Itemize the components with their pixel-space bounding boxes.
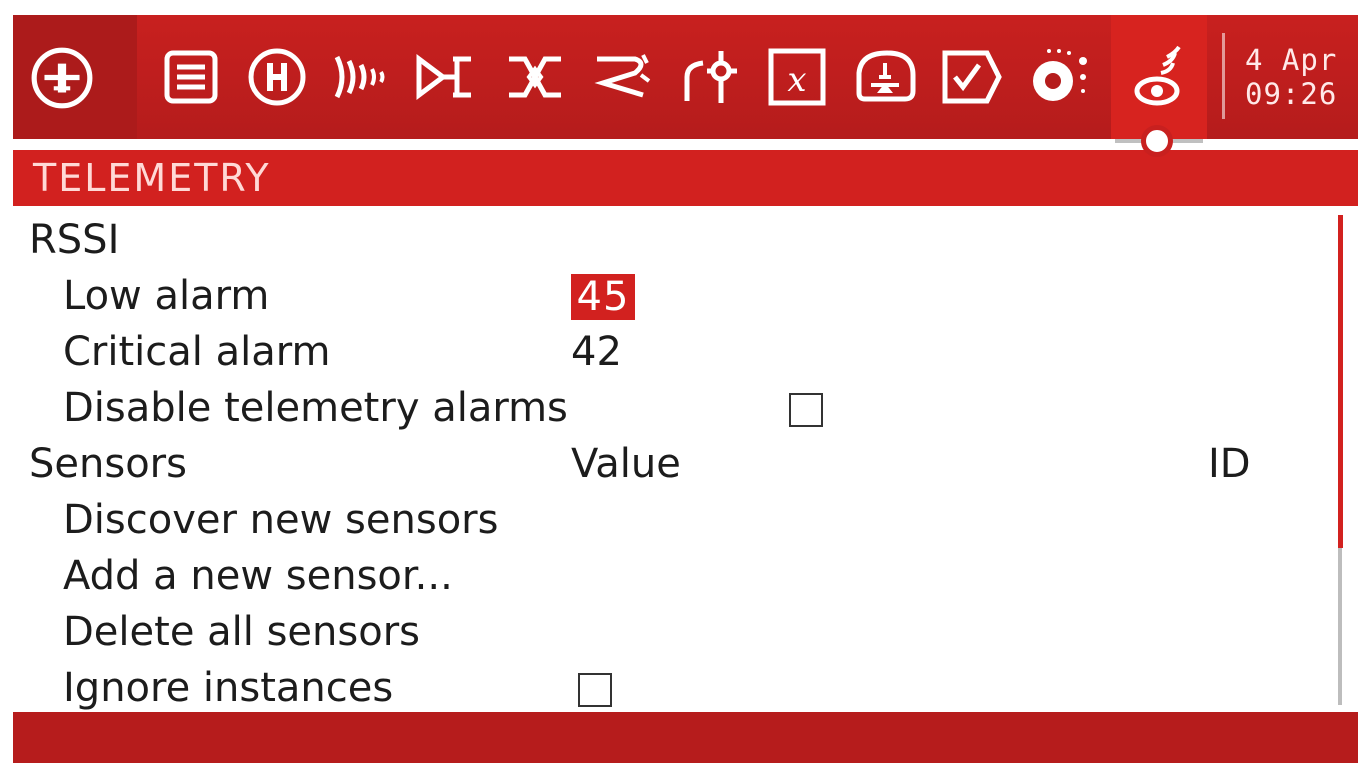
date-text: 4 Apr — [1245, 43, 1338, 77]
model-select-tab[interactable] — [13, 15, 137, 139]
low-alarm-label: Low alarm — [63, 273, 270, 319]
telemetry-icon — [1127, 45, 1191, 109]
curve-icon[interactable] — [591, 45, 655, 109]
top-menu-bar: x 4 Apr 09:26 — [13, 15, 1358, 139]
time-text: 09:26 — [1245, 77, 1338, 111]
date-time: 4 Apr 09:26 — [1245, 43, 1355, 111]
critical-alarm-row[interactable]: Critical alarm 42 — [13, 324, 1323, 380]
logic-switch-icon[interactable] — [679, 45, 743, 109]
signal-icon[interactable] — [329, 45, 393, 109]
display-icon[interactable] — [1027, 45, 1091, 109]
list-icon[interactable] — [159, 45, 223, 109]
discover-sensors-row[interactable]: Discover new sensors — [13, 492, 1323, 548]
mixer-icon[interactable] — [503, 45, 567, 109]
scrollbar-thumb[interactable] — [1338, 215, 1343, 548]
critical-alarm-label: Critical alarm — [63, 329, 331, 375]
sensors-section-label: Sensors — [29, 441, 187, 487]
disable-alarms-label: Disable telemetry alarms — [63, 385, 568, 431]
low-alarm-value-field[interactable]: 45 — [571, 274, 635, 320]
disable-alarms-checkbox[interactable] — [789, 393, 823, 427]
value-column-header: Value — [571, 441, 681, 487]
flight-mode-icon[interactable] — [413, 45, 477, 109]
rssi-section-label: RSSI — [29, 217, 120, 263]
ignore-instances-row[interactable]: Ignore instances — [13, 660, 1323, 716]
critical-alarm-value-field[interactable]: 42 — [571, 324, 622, 380]
ignore-instances-label: Ignore instances — [63, 665, 394, 711]
header-divider — [1222, 33, 1225, 119]
radio-screen: x 4 Apr 09:26 TELEMETRY RSSI Low alarm 4… — [0, 0, 1358, 763]
disable-alarms-row[interactable]: Disable telemetry alarms — [13, 380, 1323, 436]
active-tab-indicator — [1141, 125, 1173, 157]
add-sensor-row[interactable]: Add a new sensor... — [13, 548, 1323, 604]
svg-text:x: x — [787, 60, 806, 100]
low-alarm-row[interactable]: Low alarm 45 — [13, 268, 1323, 324]
sensors-header-row: Sensors Value ID — [13, 436, 1323, 492]
tab-telemetry[interactable] — [1111, 15, 1207, 139]
rssi-section-row: RSSI — [13, 212, 1323, 268]
heli-icon[interactable] — [245, 45, 309, 109]
add-sensor-button[interactable]: Add a new sensor... — [63, 548, 453, 604]
id-column-header: ID — [1208, 441, 1251, 487]
page-title: TELEMETRY — [33, 156, 271, 200]
plane-icon — [29, 45, 95, 111]
throttle-icon[interactable] — [853, 45, 917, 109]
ignore-instances-checkbox[interactable] — [578, 673, 612, 707]
discover-sensors-button[interactable]: Discover new sensors — [63, 492, 498, 548]
special-function-icon[interactable]: x — [765, 45, 829, 109]
checklist-icon[interactable] — [939, 45, 1003, 109]
footer-bar — [13, 712, 1358, 763]
delete-all-sensors-button[interactable]: Delete all sensors — [63, 604, 420, 660]
page-title-bar: TELEMETRY — [13, 150, 1358, 206]
settings-list: RSSI Low alarm 45 Critical alarm 42 Disa… — [13, 206, 1343, 711]
delete-sensors-row[interactable]: Delete all sensors — [13, 604, 1323, 660]
